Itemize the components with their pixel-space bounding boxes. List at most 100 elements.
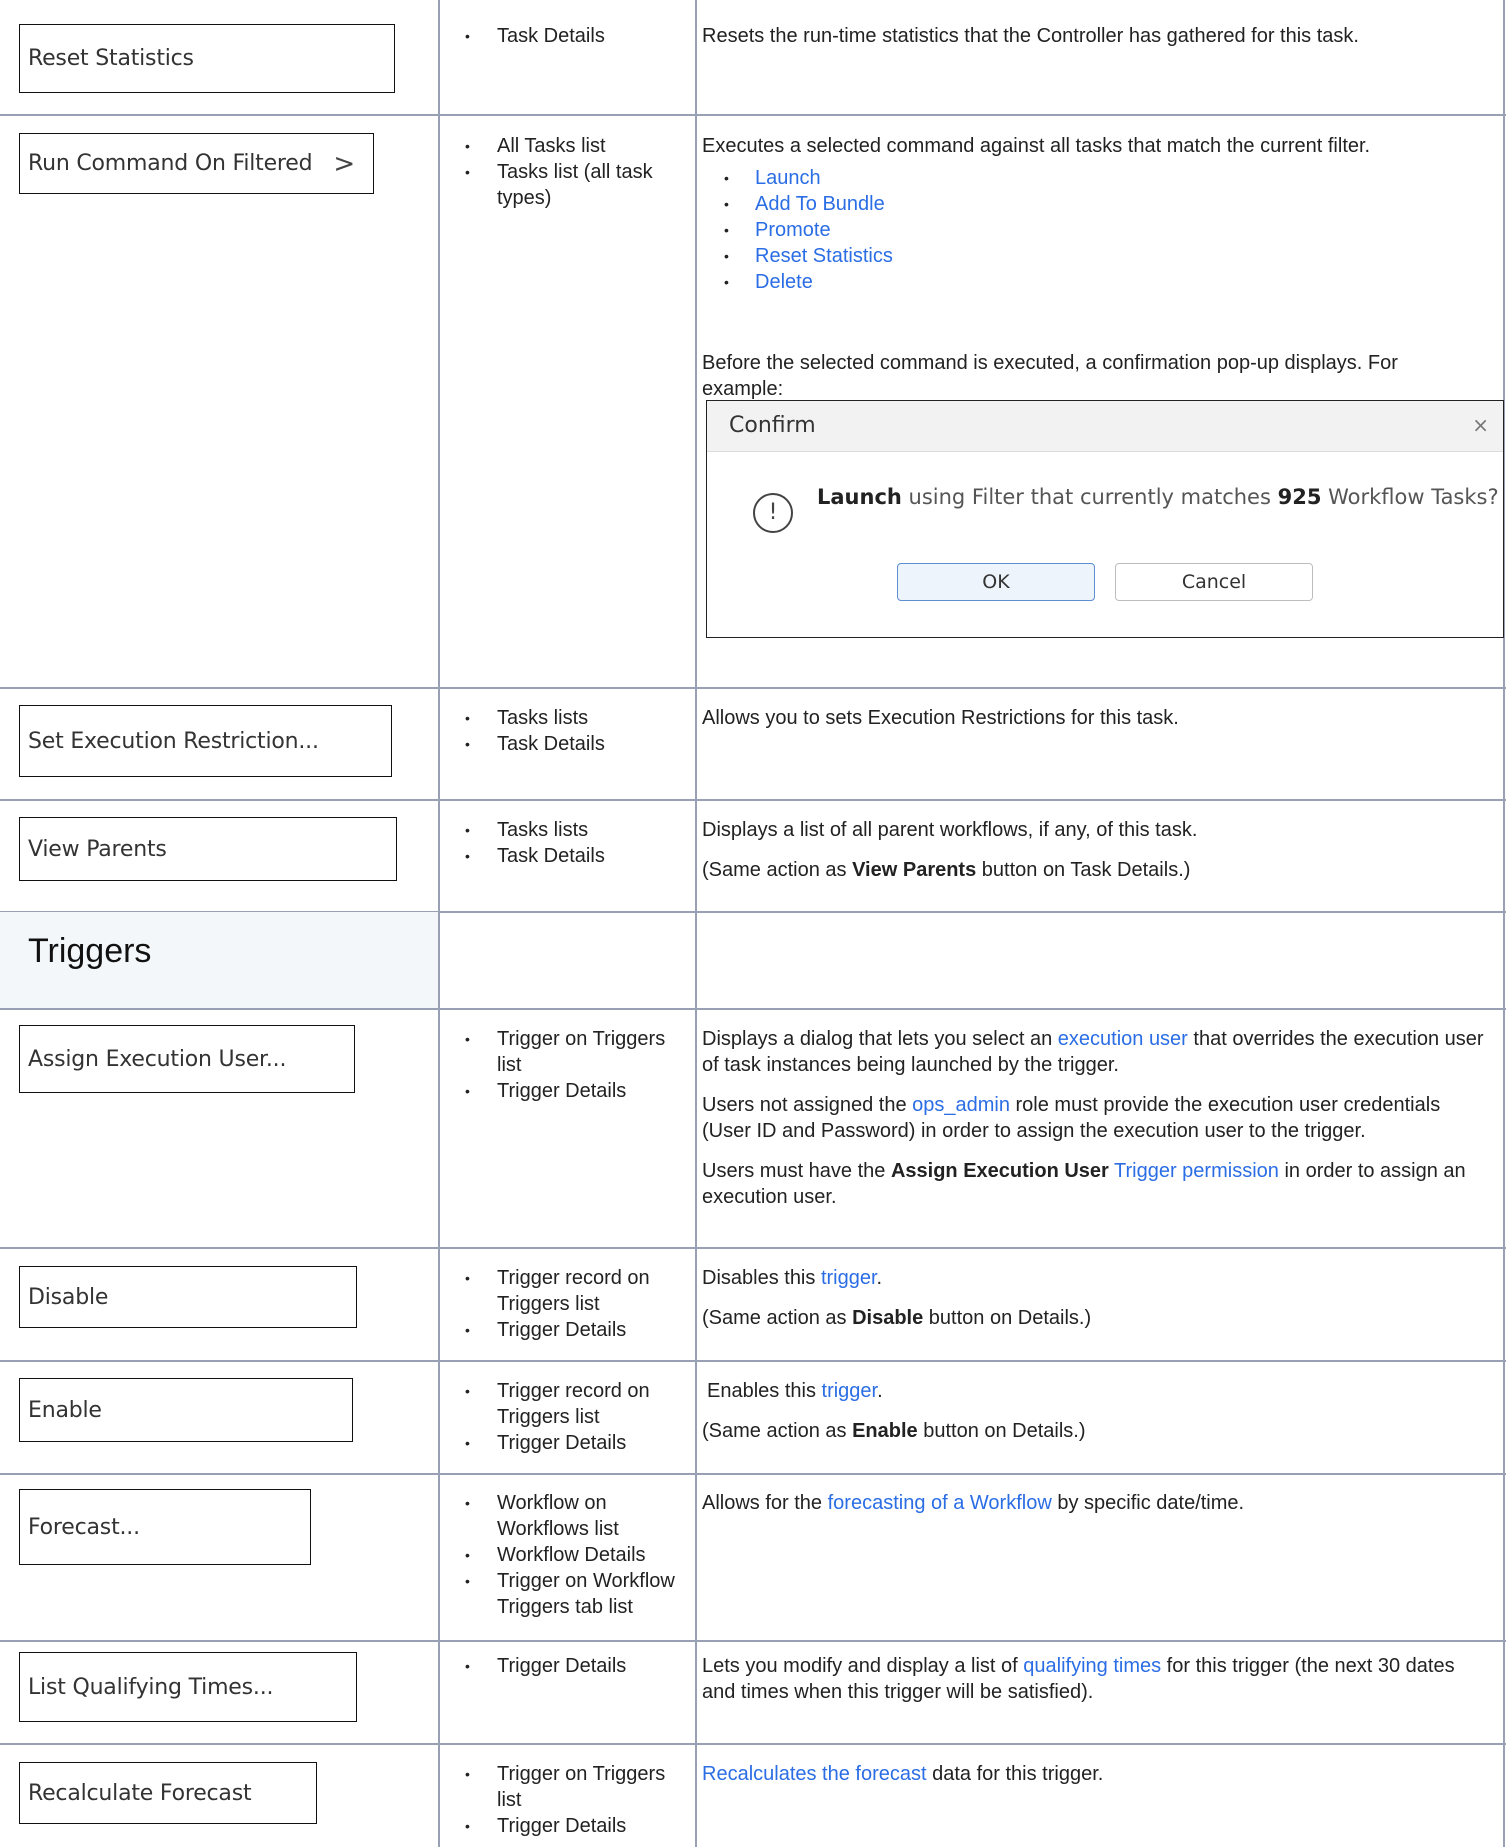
same-action-note: (Same action as Enable button on Details… — [702, 1418, 1492, 1444]
row-divider — [0, 1360, 1506, 1362]
note-prefix: (Same action as — [702, 1307, 853, 1329]
location-item: Trigger Details — [465, 1653, 690, 1679]
view-parents-label: View Parents — [28, 836, 167, 862]
description-text: Recalculates the forecast data for this … — [702, 1761, 1492, 1787]
row-divider — [0, 687, 1506, 689]
close-icon[interactable]: × — [1472, 413, 1489, 437]
enable-locations: Trigger record on Triggers list Trigger … — [465, 1378, 690, 1456]
run-command-locations: All Tasks list Tasks list (all task type… — [465, 133, 690, 211]
cancel-button[interactable]: Cancel — [1115, 563, 1313, 601]
location-item: Workflow Details — [465, 1542, 690, 1568]
description-text: Users not assigned the ops_admin role mu… — [702, 1092, 1492, 1144]
reset-statistics-button: Reset Statistics — [19, 24, 395, 93]
same-action-note: (Same action as View Parents button on T… — [702, 857, 1492, 883]
command-link-delete[interactable]: Delete — [755, 271, 813, 293]
bold-text: Assign Execution User — [890, 1160, 1109, 1182]
command-link-promote[interactable]: Promote — [755, 219, 831, 241]
location-item: Trigger Details — [465, 1430, 690, 1456]
row-divider — [0, 114, 1506, 116]
set-execution-restriction-description: Allows you to sets Execution Restriction… — [702, 705, 1492, 745]
assign-execution-user-description: Displays a dialog that lets you select a… — [702, 1026, 1492, 1224]
forecast-description: Allows for the forecasting of a Workflow… — [702, 1490, 1492, 1530]
dialog-message-end: Workflow Tasks? — [1321, 485, 1499, 509]
note-suffix: button on Details.) — [923, 1307, 1092, 1329]
view-parents-description: Displays a list of all parent workflows,… — [702, 817, 1492, 897]
location-item: Task Details — [465, 843, 690, 869]
chevron-right-icon: > — [333, 148, 355, 179]
location-item: Tasks lists — [465, 705, 690, 731]
forecast-button: Forecast... — [19, 1489, 311, 1565]
description-text: Resets the run-time statistics that the … — [702, 25, 1359, 47]
disable-label: Disable — [28, 1284, 109, 1310]
location-item: Trigger Details — [465, 1078, 690, 1104]
location-item: Trigger Details — [465, 1317, 690, 1343]
description-text: Displays a list of all parent workflows,… — [702, 819, 1198, 841]
trigger-link[interactable]: trigger — [821, 1267, 877, 1289]
text-span: Allows for the — [702, 1492, 828, 1514]
enable-button: Enable — [19, 1378, 353, 1442]
recalculate-forecast-link[interactable]: Recalculates the forecast — [702, 1763, 927, 1785]
dialog-command: Launch — [817, 485, 902, 509]
view-parents-locations: Tasks lists Task Details — [465, 817, 690, 869]
confirm-dialog: Confirm × ! Launch using Filter that cur… — [706, 400, 1504, 638]
assign-execution-user-locations: Trigger on Triggers list Trigger Details — [465, 1026, 690, 1104]
location-item: Tasks list (all task types) — [465, 159, 690, 211]
list-qualifying-times-button: List Qualifying Times... — [19, 1652, 357, 1722]
location-item: Trigger on Workflow Triggers tab list — [465, 1568, 690, 1620]
text-span: Users must have the — [702, 1160, 891, 1182]
description-text: Enables this trigger. — [702, 1378, 1492, 1404]
location-item: All Tasks list — [465, 133, 690, 159]
row-divider — [0, 799, 1506, 801]
location-item: Trigger record on Triggers list — [465, 1265, 690, 1317]
list-qualifying-times-locations: Trigger Details — [465, 1653, 690, 1679]
command-link-launch[interactable]: Launch — [755, 167, 821, 189]
run-command-label: Run Command On Filtered — [28, 151, 313, 176]
location-item: Task Details — [465, 731, 690, 757]
disable-button: Disable — [19, 1266, 357, 1328]
list-qualifying-times-description: Lets you modify and display a list of qu… — [702, 1653, 1492, 1719]
assign-execution-user-button: Assign Execution User... — [19, 1025, 355, 1093]
description-text: Displays a dialog that lets you select a… — [702, 1026, 1492, 1078]
description-text: Executes a selected command against all … — [702, 135, 1371, 157]
location-item: Trigger on Triggers list — [465, 1761, 690, 1813]
description-text: Allows for the forecasting of a Workflow… — [702, 1490, 1492, 1516]
command-link-reset-statistics[interactable]: Reset Statistics — [755, 245, 893, 267]
execution-user-link[interactable]: execution user — [1058, 1028, 1188, 1050]
forecast-locations: Workflow on Workflows list Workflow Deta… — [465, 1490, 690, 1620]
trigger-link[interactable]: trigger — [822, 1380, 878, 1402]
forecasting-link[interactable]: forecasting of a Workflow — [828, 1492, 1052, 1514]
assign-execution-user-label: Assign Execution User... — [28, 1046, 287, 1072]
row-divider — [0, 1247, 1506, 1249]
description-text: Allows you to sets Execution Restriction… — [702, 707, 1179, 729]
reset-statistics-label: Reset Statistics — [28, 46, 194, 71]
forecast-label: Forecast... — [28, 1514, 140, 1540]
confirmation-note: Before the selected command is executed,… — [702, 350, 1462, 402]
note-bold: View Parents — [852, 859, 977, 881]
section-title: Triggers — [28, 932, 152, 970]
set-execution-restriction-locations: Tasks lists Task Details — [465, 705, 690, 757]
run-command-on-filtered-button: Run Command On Filtered > — [19, 133, 374, 194]
column-divider — [695, 0, 697, 1847]
description-text: Users must have the Assign Execution Use… — [702, 1158, 1492, 1210]
ok-button[interactable]: OK — [897, 563, 1095, 601]
location-item: Workflow on Workflows list — [465, 1490, 690, 1542]
run-command-description: Executes a selected command against all … — [702, 133, 1492, 295]
note-suffix: button on Task Details.) — [976, 859, 1191, 881]
ops-admin-link[interactable]: ops_admin — [912, 1094, 1010, 1116]
command-list: Launch Add To Bundle Promote Reset Stati… — [702, 165, 1492, 295]
text-span: Lets you modify and display a list of — [702, 1655, 1024, 1677]
location-item: Trigger Details — [465, 1813, 690, 1839]
qualifying-times-link[interactable]: qualifying times — [1023, 1655, 1161, 1677]
row-divider — [0, 1473, 1506, 1475]
dialog-count: 925 — [1277, 485, 1322, 509]
note-suffix: button on Details.) — [917, 1420, 1086, 1442]
disable-locations: Trigger record on Triggers list Trigger … — [465, 1265, 690, 1343]
text-span: data for this trigger. — [926, 1763, 1104, 1785]
view-parents-button: View Parents — [19, 817, 397, 881]
description-text: Before the selected command is executed,… — [702, 352, 1398, 400]
trigger-permission-link[interactable]: Trigger permission — [1114, 1160, 1279, 1182]
note-bold: Disable — [852, 1307, 924, 1329]
text-span: Disables this — [702, 1267, 821, 1289]
command-link-add-to-bundle[interactable]: Add To Bundle — [755, 193, 885, 215]
text-span: Users not assigned the — [702, 1094, 913, 1116]
